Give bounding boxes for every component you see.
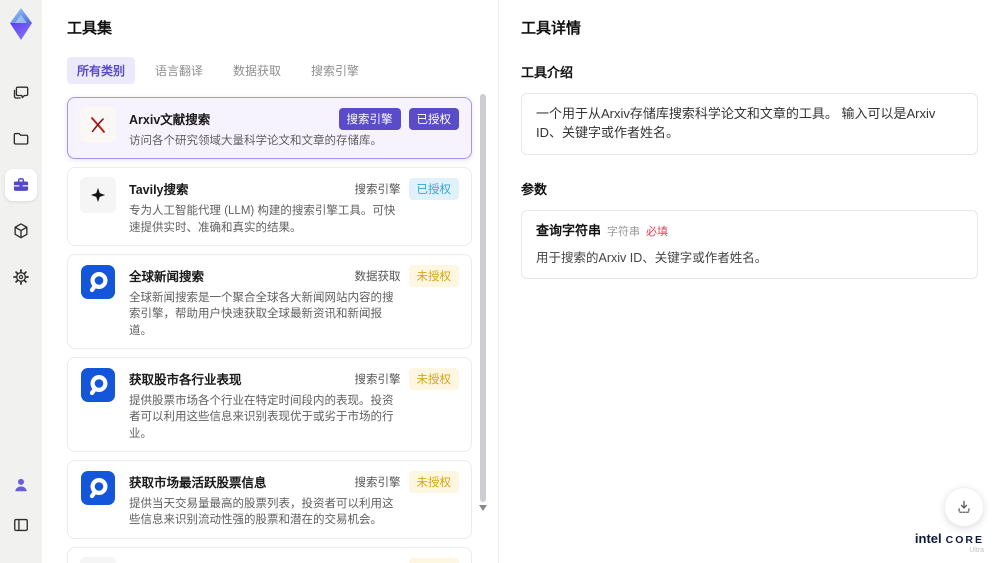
settings-icon	[11, 267, 31, 287]
sidebar-item-chat[interactable]	[5, 77, 37, 109]
tool-card-arxiv[interactable]: Arxiv文献搜索 访问各个研究领域大量科学论文和文章的存储库。 搜索引擎 已授…	[67, 97, 472, 160]
sidebar-item-account[interactable]	[5, 469, 37, 501]
auth-status-badge: 未授权	[408, 264, 459, 287]
tab-data-fetch[interactable]: 数据获取	[223, 57, 291, 84]
param-required-label: 必填	[646, 225, 669, 238]
sidebar-item-panel-toggle[interactable]	[5, 509, 37, 541]
param-type: 字符串	[607, 225, 641, 238]
toolbox-icon	[11, 175, 31, 195]
intro-text: 一个用于从Arxiv存储库搜索科学论文和文章的工具。 输入可以是Arxiv ID…	[536, 106, 936, 140]
auth-status-badge: 已授权	[408, 108, 459, 130]
auth-status-badge: 已授权	[408, 178, 459, 201]
category-label: 搜索引擎	[354, 373, 401, 386]
category-tabs: 所有类别 语言翻译 数据获取 搜索引擎	[67, 57, 472, 84]
intro-heading: 工具介绍	[521, 65, 574, 80]
sidebar-item-models[interactable]	[5, 215, 37, 247]
newspaper-icon	[80, 556, 116, 563]
sidebar	[0, 0, 42, 563]
param-name: 查询字符串	[536, 222, 602, 238]
folder-icon	[11, 129, 31, 149]
tool-description: 提供当天交易量最高的股票列表，投资者可以利用这些信息来识别流动性强的股票和潜在的…	[129, 497, 394, 527]
brand-variant-text: Ultra	[969, 547, 984, 554]
detail-title: 工具详情	[521, 20, 582, 37]
tool-card-tavily[interactable]: Tavily搜索 专为人工智能代理 (LLM) 构建的搜索引擎工具。可快速提供实…	[67, 167, 472, 246]
tool-card-global-news[interactable]: 全球新闻搜索 全球新闻搜索是一个聚合全球各大新闻网站内容的搜索引擎，帮助用户快速…	[67, 253, 472, 349]
page-title: 工具集	[67, 20, 113, 37]
tab-search-engine[interactable]: 搜索引擎	[301, 57, 369, 84]
news-search-icon	[80, 264, 116, 300]
category-label: 搜索引擎	[354, 184, 401, 197]
arxiv-icon	[80, 107, 116, 143]
app-logo-icon	[6, 7, 36, 41]
scroll-down-arrow-icon[interactable]	[479, 505, 487, 511]
sidebar-item-files[interactable]	[5, 123, 37, 155]
auth-status-badge: 未授权	[408, 367, 459, 390]
category-badge: 搜索引擎	[338, 108, 401, 130]
download-button[interactable]	[944, 487, 984, 527]
params-heading: 参数	[521, 181, 548, 197]
tool-card-active-stocks[interactable]: 获取市场最活跃股票信息 提供当天交易量最高的股票列表，投资者可以利用这些信息来识…	[67, 459, 472, 539]
auth-status-badge: 未授权	[408, 470, 459, 493]
star-icon	[80, 177, 116, 214]
intel-brand-text: intel	[914, 530, 942, 546]
tool-description: 全球新闻搜索是一个聚合全球各大新闻网站内容的搜索引擎，帮助用户快速获取全球最新资…	[129, 291, 394, 337]
tool-description: 专为人工智能代理 (LLM) 构建的搜索引擎工具。可快速提供实时、准确和真实的结…	[129, 205, 396, 234]
category-label: 搜索引擎	[354, 476, 401, 489]
tool-description: 访问各个研究领域大量科学论文和文章的存储库。	[129, 135, 382, 147]
tool-card-sector-performance[interactable]: 获取股市各行业表现 提供股票市场各个行业在特定时间段内的表现。投资者可以利用这些…	[67, 356, 472, 452]
tool-card-regional-news[interactable]: 万维地区新闻查询 查询具体行政区划内的新闻，快速了解各地新闻动 搜索引擎 未授权	[67, 546, 472, 563]
category-label: 数据获取	[354, 270, 401, 283]
param-box: 查询字符串 字符串 必填 用于搜索的Arxiv ID、关键字或作者姓名。	[521, 209, 978, 279]
news-search-icon	[80, 470, 116, 506]
tool-list: Arxiv文献搜索 访问各个研究领域大量科学论文和文章的存储库。 搜索引擎 已授…	[67, 97, 472, 563]
tab-language-translation[interactable]: 语言翻译	[145, 57, 213, 84]
tool-detail-panel: 工具详情 工具介绍 一个用于从Arxiv存储库搜索科学论文和文章的工具。 输入可…	[498, 0, 1000, 563]
intel-core-logo: intel CORE Ultra	[915, 532, 984, 555]
auth-status-badge: 未授权	[408, 557, 459, 563]
sidebar-item-settings[interactable]	[5, 261, 37, 293]
param-description: 用于搜索的Arxiv ID、关键字或作者姓名。	[536, 250, 768, 265]
download-icon	[955, 498, 973, 516]
package-icon	[11, 221, 31, 241]
chat-icon	[11, 83, 31, 103]
core-brand-text: CORE	[945, 533, 984, 546]
sidebar-item-tools[interactable]	[5, 169, 37, 201]
scrollbar-thumb[interactable]	[480, 94, 486, 502]
user-icon	[11, 475, 31, 495]
panel-toggle-icon	[11, 515, 31, 535]
app-window: 工具集 所有类别 语言翻译 数据获取 搜索引擎 Arxiv文献搜索 访问各个研究…	[0, 0, 1000, 563]
news-search-icon	[80, 367, 116, 403]
tools-panel: 工具集 所有类别 语言翻译 数据获取 搜索引擎 Arxiv文献搜索 访问各个研究…	[42, 0, 498, 563]
tool-description: 提供股票市场各个行业在特定时间段内的表现。投资者可以利用这些信息来识别表现优于或…	[129, 394, 394, 440]
intro-box: 一个用于从Arxiv存储库搜索科学论文和文章的工具。 输入可以是Arxiv ID…	[521, 93, 978, 155]
tab-all-categories[interactable]: 所有类别	[67, 57, 136, 84]
